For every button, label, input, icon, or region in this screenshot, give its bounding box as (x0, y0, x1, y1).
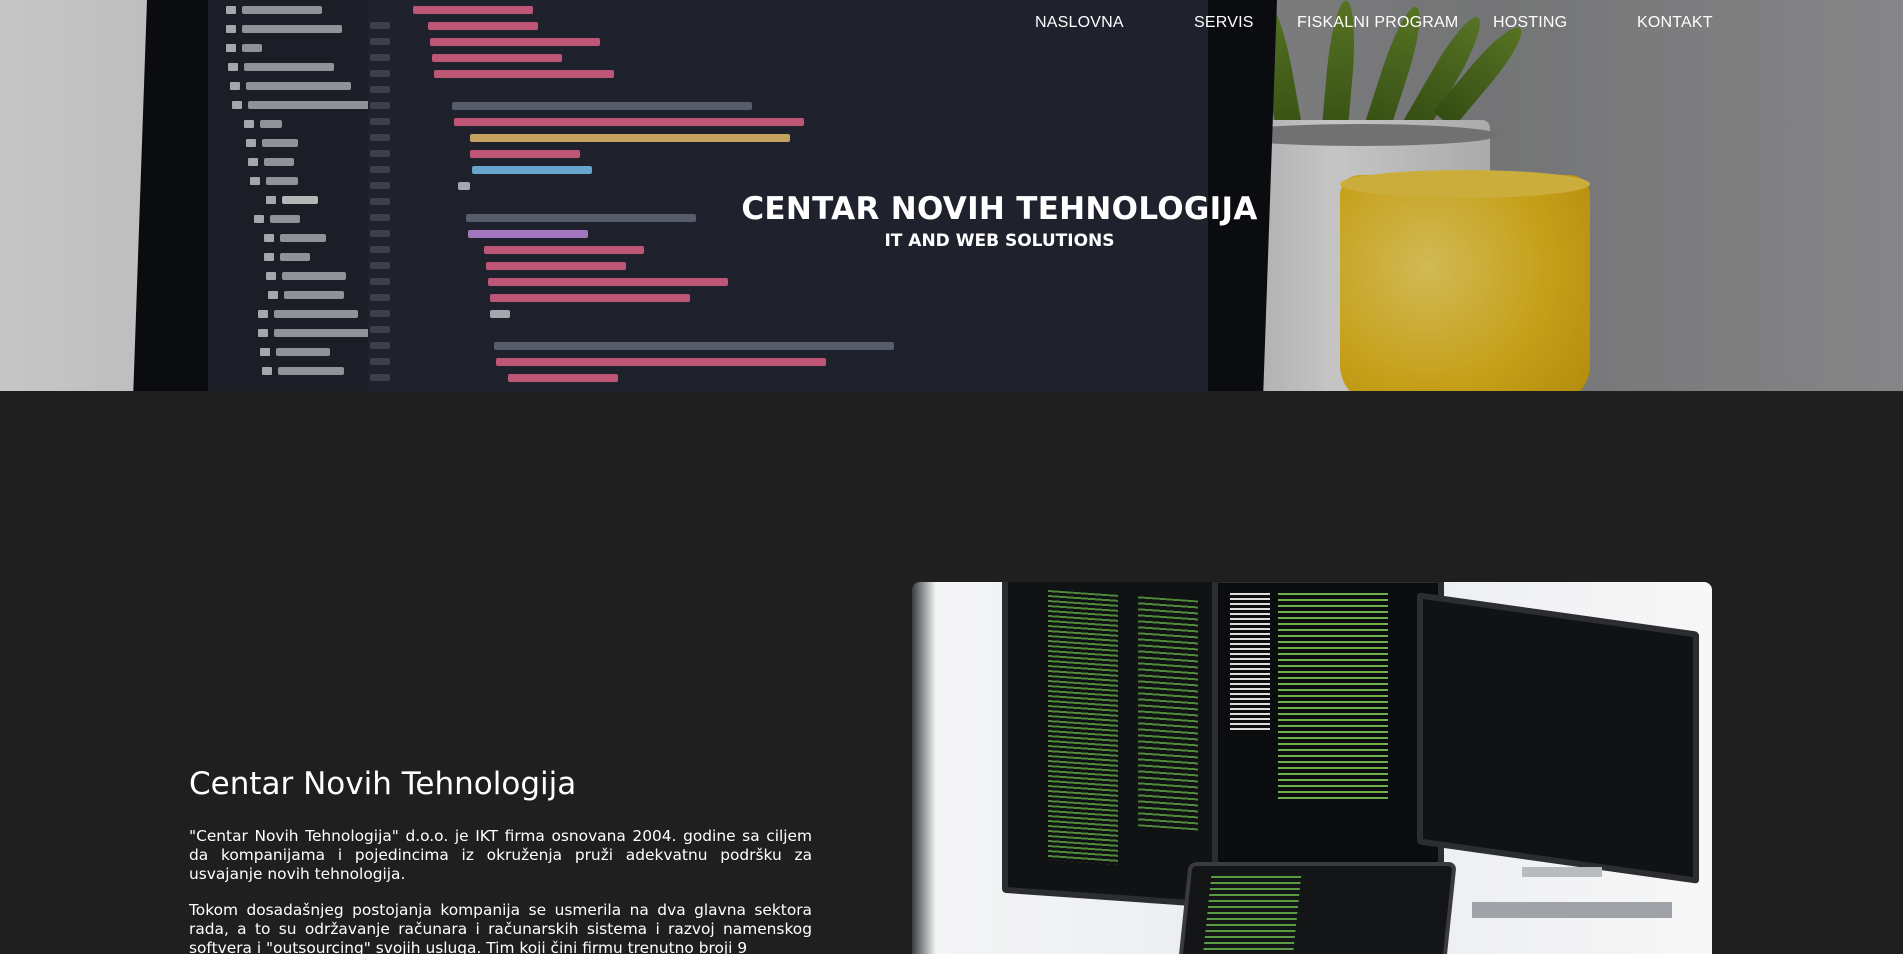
hero-subtitle: IT AND WEB SOLUTIONS (0, 231, 1903, 251)
about-paragraph-1: "Centar Novih Tehnologija" d.o.o. je IKT… (189, 827, 812, 883)
nav-item-fiskalni-program[interactable]: FISKALNI PROGRAM (1297, 14, 1458, 32)
about-heading: Centar Novih Tehnologija (189, 766, 577, 802)
nav-item-servis[interactable]: SERVIS (1194, 14, 1254, 32)
nav-item-hosting[interactable]: HOSTING (1493, 14, 1567, 32)
nav-item-kontakt[interactable]: KONTAKT (1637, 14, 1713, 32)
hero-subtitle-text: IT AND WEB SOLUTIONS (884, 231, 1115, 251)
about-paragraph-2: Tokom dosadašnjeg postojanja kompanija s… (189, 901, 812, 954)
page: NASLOVNA SERVIS FISKALNI PROGRAM HOSTING… (0, 0, 1903, 954)
nav-item-naslovna[interactable]: NASLOVNA (1035, 14, 1124, 32)
main-navigation: NASLOVNA SERVIS FISKALNI PROGRAM HOSTING… (0, 14, 1903, 36)
hero-title-text: CENTAR NOVIH TEHNOLOGIJA (741, 191, 1258, 227)
hero-banner: NASLOVNA SERVIS FISKALNI PROGRAM HOSTING… (0, 0, 1903, 391)
hero-title: CENTAR NOVIH TEHNOLOGIJA (0, 191, 1903, 227)
monitors-photo (912, 582, 1712, 954)
